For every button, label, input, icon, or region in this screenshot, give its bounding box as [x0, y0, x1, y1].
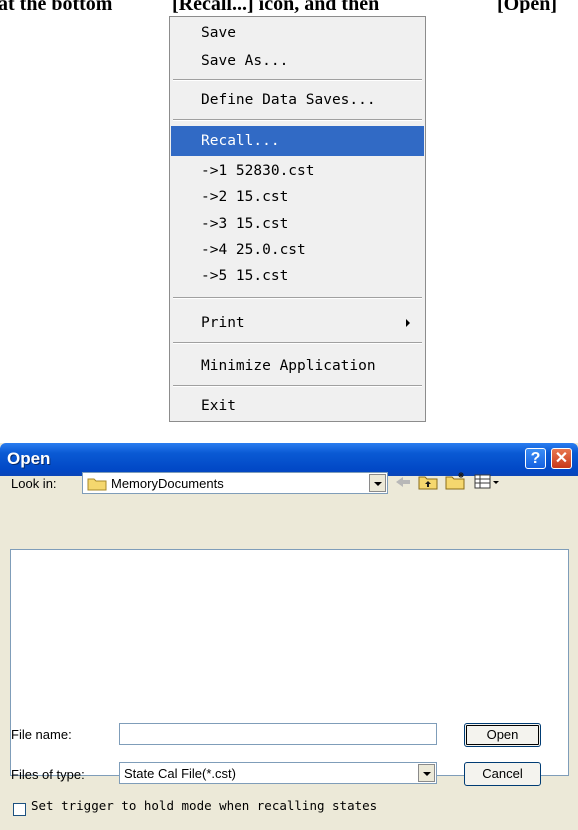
cancel-button[interactable]: Cancel — [464, 762, 541, 786]
open-button[interactable]: Open — [464, 723, 541, 747]
instruction-text-middle: [Recall...] icon, and then — [172, 0, 380, 13]
menu-separator — [173, 119, 422, 121]
menu-item-label: Print — [201, 315, 245, 331]
chevron-down-icon[interactable] — [369, 474, 386, 492]
chevron-down-icon[interactable] — [418, 764, 435, 782]
trigger-hold-checkbox[interactable] — [13, 803, 26, 816]
menu-item-label: Save — [201, 25, 236, 41]
menu-item-label: ->5 15.cst — [201, 268, 289, 284]
menu-item-label: ->4 25.0.cst — [201, 242, 306, 258]
menu-item-minimize-application[interactable]: Minimize Application — [171, 351, 424, 381]
look-in-dropdown[interactable]: MemoryDocuments — [82, 472, 388, 494]
submenu-arrow-icon — [406, 319, 410, 327]
menu-item-label: ->1 52830.cst — [201, 163, 315, 179]
view-menu-icon[interactable] — [474, 473, 500, 491]
look-in-label: Look in: — [11, 476, 57, 491]
menu-separator — [173, 385, 422, 387]
menu-item-label: Define Data Saves... — [201, 92, 376, 108]
instruction-text-fragment: at the bottom [Recall...] icon, and then… — [0, 0, 578, 13]
dialog-title: Open — [7, 449, 51, 468]
folder-icon — [87, 478, 107, 491]
menu-item-label: Recall... — [201, 133, 280, 149]
menu-item-save-as[interactable]: Save As... — [171, 46, 424, 76]
menu-item-print[interactable]: Print — [171, 308, 424, 338]
file-name-label: File name: — [11, 727, 72, 742]
menu-item-recent-5[interactable]: ->5 15.cst — [171, 261, 424, 291]
menu-item-label: Save As... — [201, 53, 289, 69]
menu-item-recall[interactable]: Recall... — [171, 126, 424, 156]
look-in-value: MemoryDocuments — [111, 476, 224, 491]
menu-separator — [173, 297, 422, 299]
new-folder-icon[interactable] — [445, 471, 467, 491]
file-name-input[interactable] — [119, 723, 437, 745]
instruction-text-right: [Open] — [497, 0, 557, 13]
menu-item-define-data-saves[interactable]: Define Data Saves... — [171, 85, 424, 115]
menu-item-label: ->3 15.cst — [201, 216, 289, 232]
trigger-hold-label: Set trigger to hold mode when recalling … — [31, 798, 378, 813]
menu-item-label: Exit — [201, 398, 236, 414]
menu-item-label: ->2 15.cst — [201, 189, 289, 205]
instruction-text-left: at the bottom — [0, 0, 113, 13]
close-icon[interactable]: ✕ — [551, 448, 572, 469]
help-icon[interactable]: ? — [525, 448, 546, 469]
menu-separator — [173, 342, 422, 344]
files-of-type-label: Files of type: — [11, 767, 85, 782]
menu-item-save[interactable]: Save — [171, 18, 424, 48]
file-menu: Save Save As... Define Data Saves... Rec… — [169, 16, 426, 422]
menu-separator — [173, 79, 422, 81]
menu-item-exit[interactable]: Exit — [171, 391, 424, 421]
up-folder-icon[interactable] — [418, 473, 438, 491]
back-arrow-icon[interactable] — [394, 474, 412, 490]
files-of-type-value: State Cal File(*.cst) — [124, 766, 236, 781]
menu-item-label: Minimize Application — [201, 358, 376, 374]
menu-item-recent-2[interactable]: ->2 15.cst — [171, 182, 424, 212]
files-of-type-dropdown[interactable]: State Cal File(*.cst) — [119, 762, 437, 784]
